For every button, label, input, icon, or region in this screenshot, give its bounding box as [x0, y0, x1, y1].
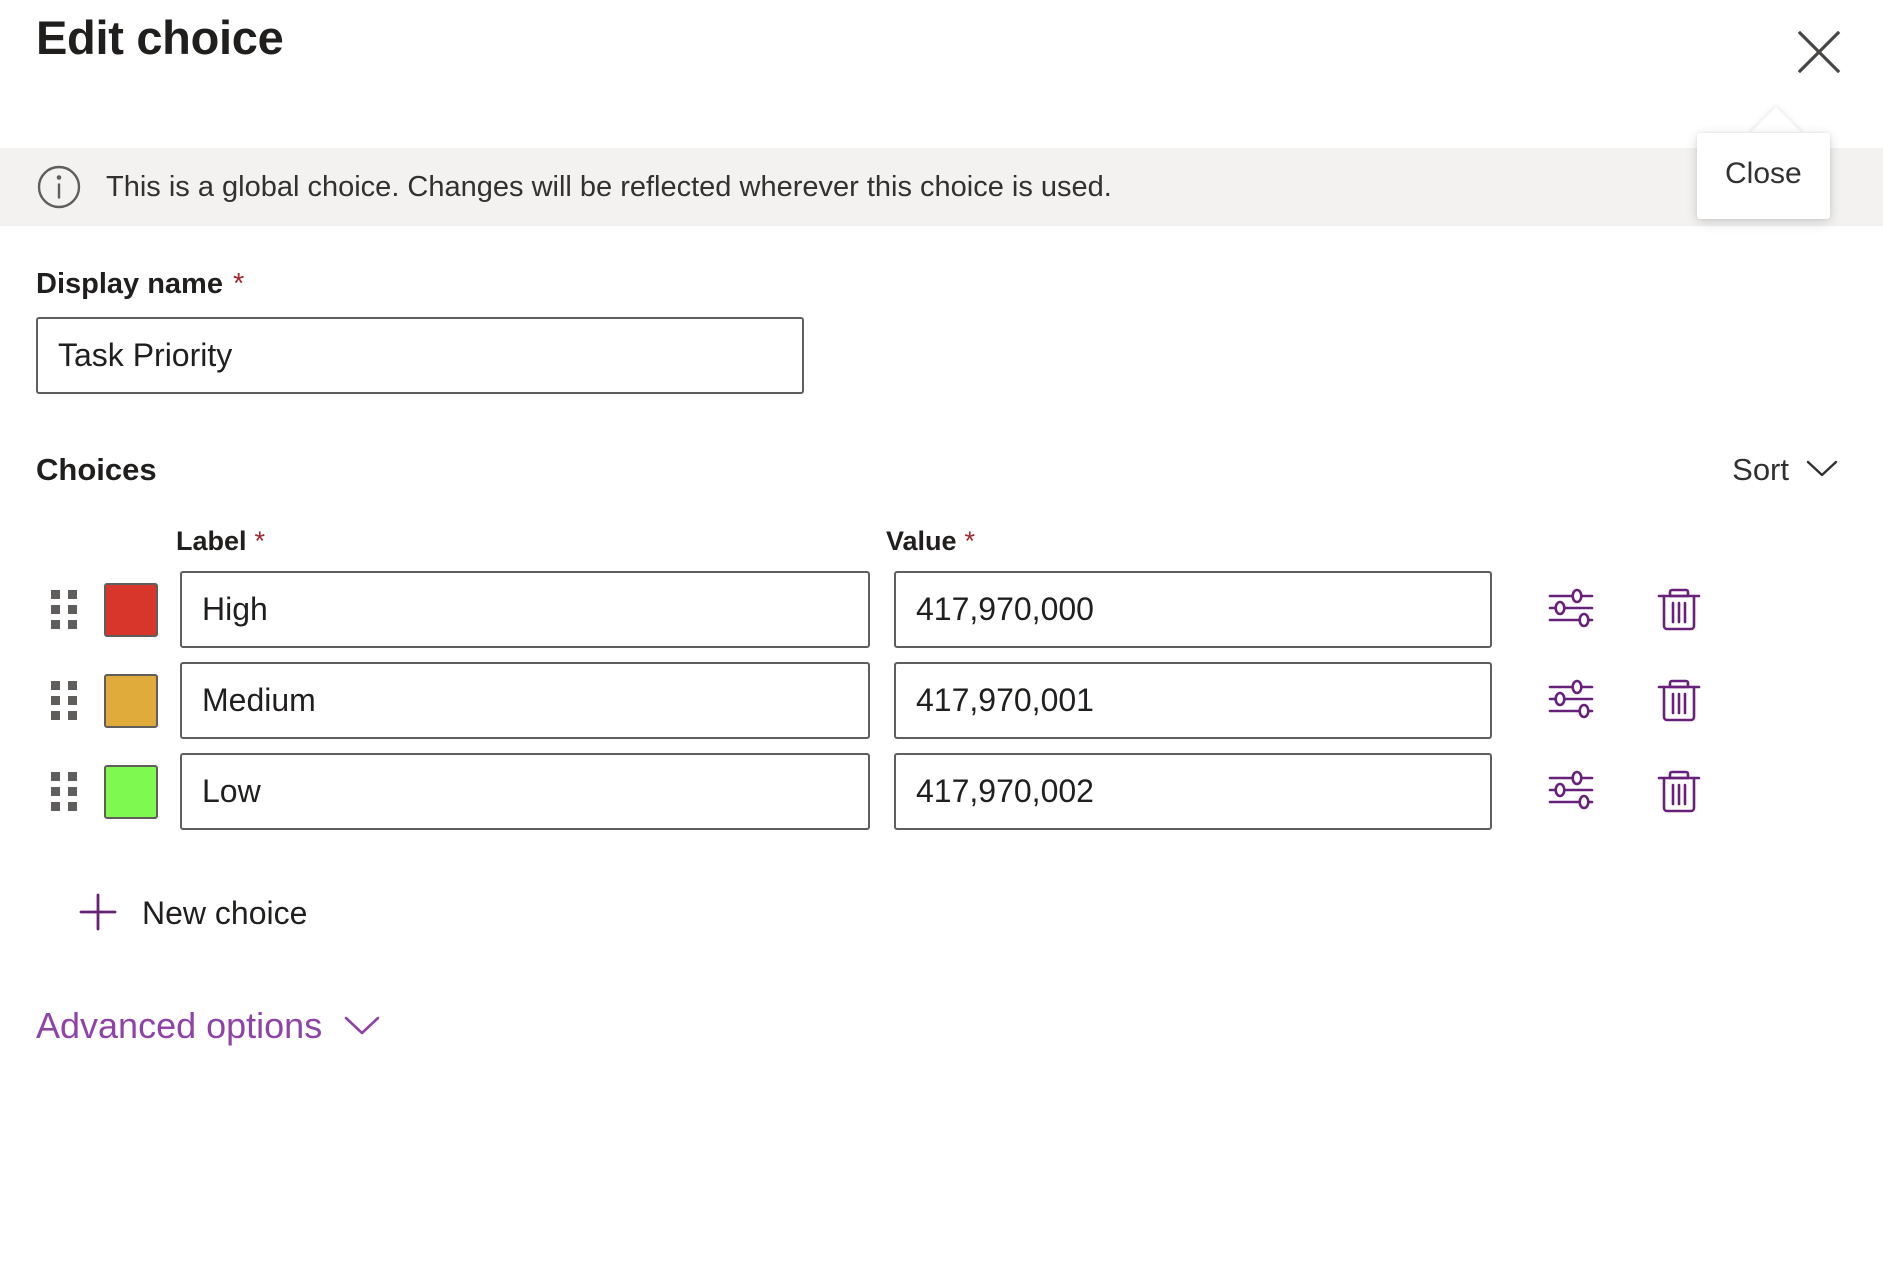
info-message-text: This is a global choice. Changes will be… [106, 170, 1112, 205]
choice-settings-button[interactable] [1542, 763, 1600, 821]
sliders-settings-icon [1544, 581, 1598, 638]
choice-label-input[interactable] [180, 571, 870, 648]
sort-button[interactable]: Sort [1724, 446, 1847, 494]
advanced-options-label: Advanced options [36, 1005, 322, 1047]
choice-row [36, 753, 1847, 830]
new-choice-button[interactable]: New choice [70, 882, 313, 945]
choice-value-input[interactable] [894, 571, 1492, 648]
trash-delete-icon [1654, 672, 1704, 729]
choice-row [36, 571, 1847, 648]
info-message-bar: This is a global choice. Changes will be… [0, 148, 1883, 226]
required-asterisk: * [965, 526, 976, 557]
column-header-label-text: Label [176, 526, 247, 557]
drag-handle-icon[interactable] [42, 770, 86, 814]
sliders-settings-icon [1544, 672, 1598, 729]
drag-handle-icon[interactable] [42, 588, 86, 632]
close-icon [1793, 26, 1845, 78]
choice-settings-button[interactable] [1542, 581, 1600, 639]
display-name-input[interactable] [36, 317, 804, 394]
chevron-down-icon [342, 1012, 382, 1041]
advanced-options-toggle[interactable]: Advanced options [36, 1001, 382, 1051]
choice-value-input[interactable] [894, 753, 1492, 830]
choices-section-header: Choices Sort [36, 446, 1847, 494]
choice-value-input[interactable] [894, 662, 1492, 739]
new-choice-label: New choice [142, 895, 307, 932]
color-swatch-button[interactable] [104, 674, 158, 728]
choice-delete-button[interactable] [1650, 763, 1708, 821]
trash-delete-icon [1654, 581, 1704, 638]
panel-header: Edit choice [0, 0, 1883, 148]
page-title: Edit choice [36, 12, 283, 64]
display-name-label: Display name * [36, 268, 1847, 301]
panel-body: Display name * Choices Sort Label * Valu… [0, 268, 1883, 1051]
column-header-value-text: Value [886, 526, 957, 557]
choice-label-input[interactable] [180, 753, 870, 830]
chevron-down-icon [1805, 458, 1839, 483]
column-header-value: Value * [886, 526, 975, 557]
color-swatch-button[interactable] [104, 765, 158, 819]
choices-column-headers: Label * Value * [36, 526, 1847, 557]
drag-handle-icon[interactable] [42, 679, 86, 723]
choices-title: Choices [36, 452, 157, 488]
info-circle-icon [36, 164, 82, 210]
plus-icon [76, 890, 120, 937]
required-asterisk: * [255, 526, 266, 557]
column-header-label: Label * [176, 526, 886, 557]
choices-list [36, 571, 1847, 830]
choice-label-input[interactable] [180, 662, 870, 739]
sliders-settings-icon [1544, 763, 1598, 820]
choice-row [36, 662, 1847, 739]
display-name-label-text: Display name [36, 268, 223, 301]
close-button[interactable] [1787, 20, 1851, 84]
choice-delete-button[interactable] [1650, 672, 1708, 730]
sort-label: Sort [1732, 452, 1789, 488]
choice-settings-button[interactable] [1542, 672, 1600, 730]
choice-delete-button[interactable] [1650, 581, 1708, 639]
trash-delete-icon [1654, 763, 1704, 820]
required-asterisk: * [233, 268, 244, 301]
color-swatch-button[interactable] [104, 583, 158, 637]
